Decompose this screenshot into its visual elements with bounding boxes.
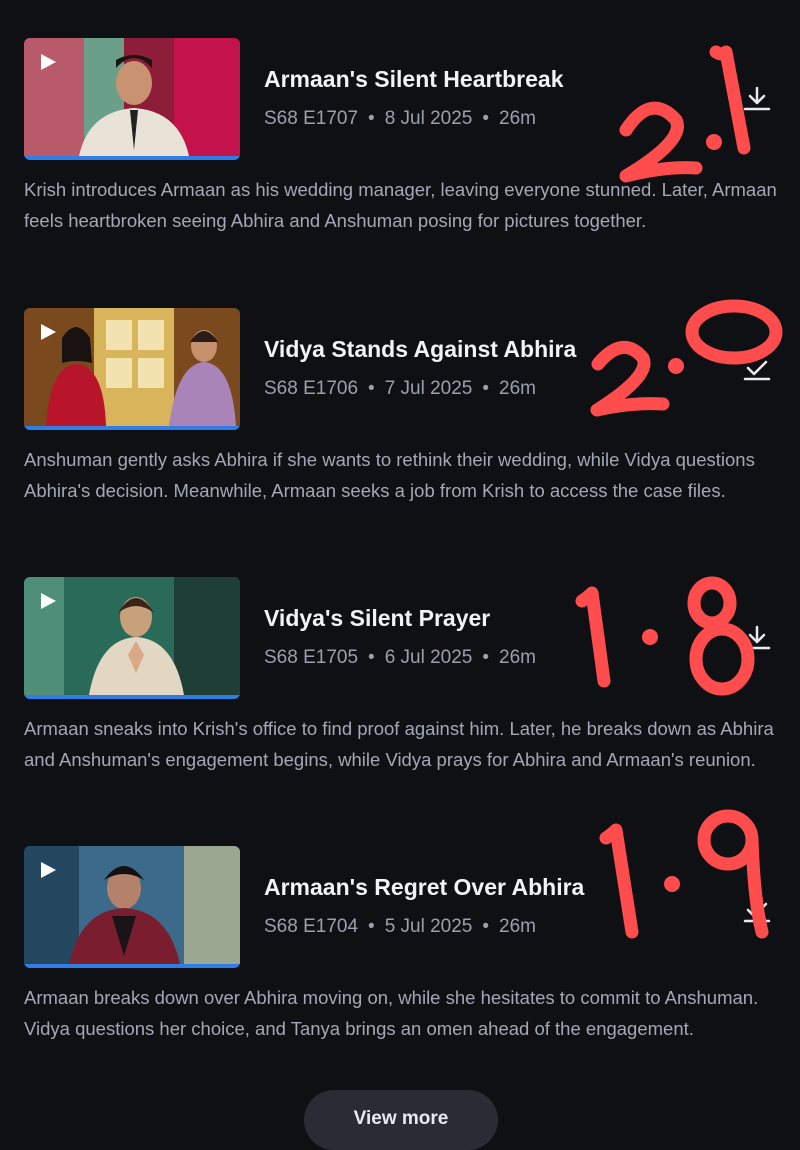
watch-progress-bar [24,695,240,699]
separator-dot: • [368,647,375,668]
separator-dot: • [482,916,490,937]
episode-code: S68 E1706 [264,378,359,399]
downloaded-check-icon[interactable] [742,896,772,926]
episode-title[interactable]: Vidya's Silent Prayer [264,605,490,632]
separator-dot: • [482,108,490,129]
play-icon [41,324,56,340]
separator-dot: • [368,108,375,129]
episode-date: 6 Jul 2025 [384,647,473,668]
episode-title[interactable]: Armaan's Regret Over Abhira [264,874,584,901]
episode-description: Krish introduces Armaan as his wedding m… [24,179,777,231]
watch-progress-fill [24,964,240,968]
episode-item[interactable]: Armaan's Silent Heartbreak S68 E1707 • 8 J… [0,38,800,298]
episode-title[interactable]: Armaan's Silent Heartbreak [264,66,563,93]
separator-dot: • [482,378,490,399]
episode-date: 5 Jul 2025 [384,916,473,937]
watch-progress-bar [24,426,240,430]
episode-description: Armaan breaks down over Abhira moving on… [24,987,759,1039]
episode-item[interactable]: Armaan's Regret Over Abhira S68 E1704 • 5 … [0,809,800,1106]
episode-duration: 26m [499,108,536,129]
episode-item[interactable]: Vidya Stands Against Abhira S68 E1706 • 7 … [0,299,800,568]
separator-dot: • [368,378,375,399]
watch-progress-bar [24,964,240,968]
episode-code: S68 E1704 [264,916,359,937]
episode-thumbnail[interactable] [24,38,240,160]
downloaded-check-icon[interactable] [742,354,772,384]
episode-thumbnail[interactable] [24,577,240,699]
watch-progress-bar [24,156,240,160]
episode-description: Anshuman gently asks Abhira if she wants… [24,449,755,501]
episode-code: S68 E1705 [264,647,359,668]
episode-code: S68 E1707 [264,108,359,129]
download-icon[interactable] [742,623,772,653]
episode-duration: 26m [499,647,536,668]
view-more-button[interactable]: View more [304,1090,498,1150]
episode-date: 7 Jul 2025 [384,378,473,399]
episode-duration: 26m [499,378,536,399]
episode-meta: S68 E1704 • 5 Jul 2025 • 26m [264,916,536,938]
play-icon [41,593,56,609]
episode-duration: 26m [499,916,536,937]
handwritten-rating-scribble [575,576,755,696]
episode-thumbnail[interactable] [24,846,240,968]
episode-meta: S68 E1705 • 6 Jul 2025 • 26m [264,647,536,669]
watch-progress-fill [24,695,240,699]
episode-date: 8 Jul 2025 [384,108,473,129]
play-icon [41,862,56,878]
download-icon[interactable] [742,84,772,114]
episode-meta: S68 E1707 • 8 Jul 2025 • 26m [264,108,536,130]
episode-item[interactable]: Vidya's Silent Prayer S68 E1705 • 6 Jul 20… [0,576,800,837]
episode-title[interactable]: Vidya Stands Against Abhira [264,336,576,363]
watch-progress-fill [24,426,240,430]
watch-progress-fill [24,156,240,160]
separator-dot: • [482,647,490,668]
episode-thumbnail[interactable] [24,308,240,430]
episode-meta: S68 E1706 • 7 Jul 2025 • 26m [264,378,536,400]
view-more-label: View more [353,1108,449,1129]
play-icon [41,54,56,70]
episode-description: Armaan sneaks into Krish's office to fin… [24,718,774,770]
separator-dot: • [368,916,375,937]
